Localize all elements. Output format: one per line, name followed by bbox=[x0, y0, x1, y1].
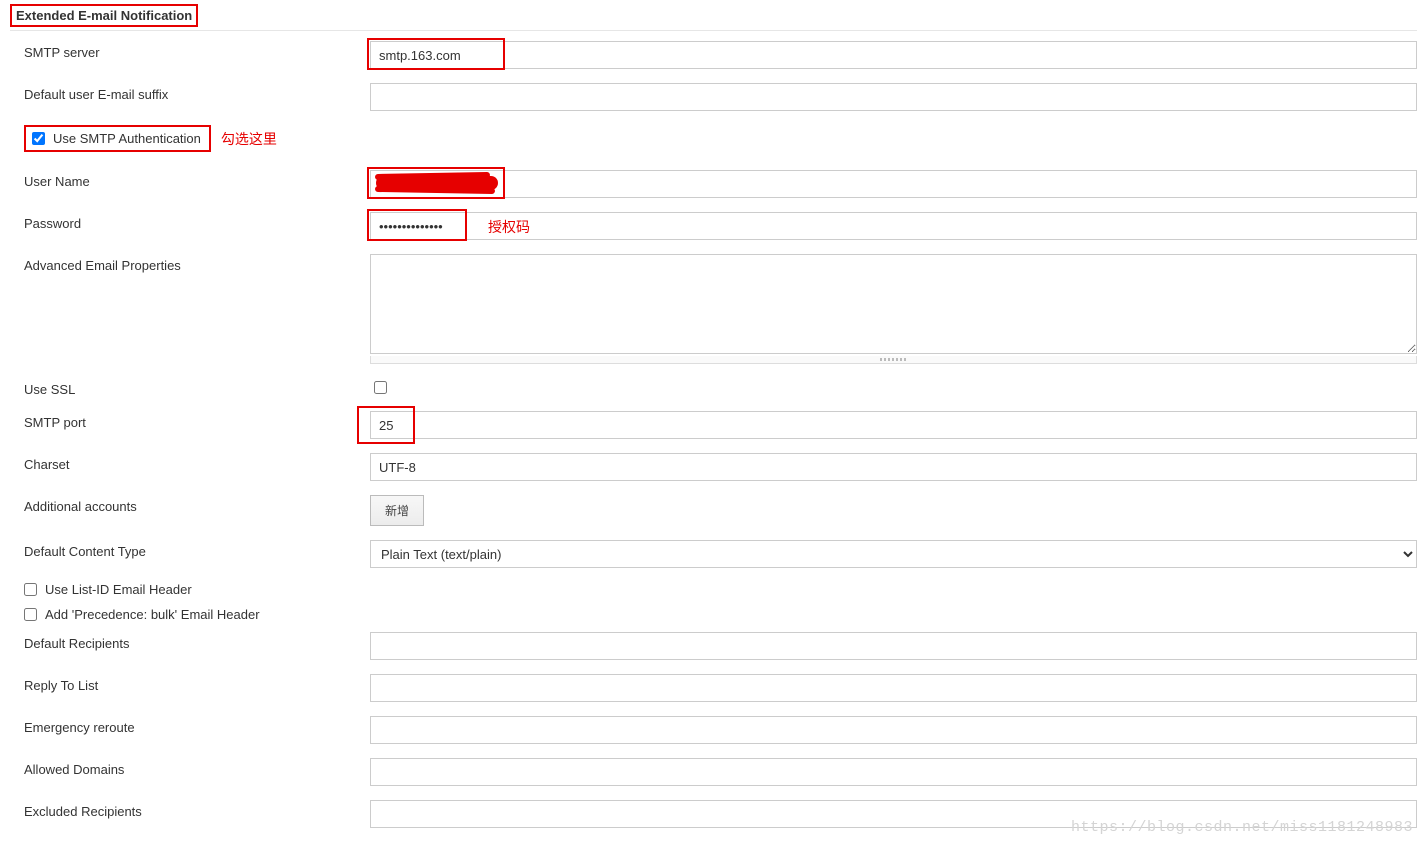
default-content-type-select[interactable]: Plain Text (text/plain) bbox=[370, 540, 1417, 568]
charset-input[interactable] bbox=[370, 453, 1417, 481]
user-name-label: User Name bbox=[10, 170, 370, 189]
adv-props-label: Advanced Email Properties bbox=[10, 254, 370, 273]
redacted-user-name bbox=[376, 176, 498, 190]
use-list-id-label: Use List-ID Email Header bbox=[45, 582, 192, 597]
emergency-reroute-label: Emergency reroute bbox=[10, 716, 370, 735]
excluded-recipients-input[interactable] bbox=[370, 800, 1417, 828]
smtp-server-input[interactable] bbox=[370, 41, 1417, 69]
use-list-id-checkbox[interactable] bbox=[24, 583, 37, 596]
adv-props-textarea[interactable] bbox=[370, 254, 1417, 354]
additional-accounts-label: Additional accounts bbox=[10, 495, 370, 514]
highlight-use-smtp-auth: Use SMTP Authentication bbox=[24, 125, 211, 152]
use-ssl-label: Use SSL bbox=[10, 378, 370, 397]
default-suffix-label: Default user E-mail suffix bbox=[10, 83, 370, 102]
annotation-check-here: 勾选这里 bbox=[221, 129, 277, 149]
charset-label: Charset bbox=[10, 453, 370, 472]
default-suffix-input[interactable] bbox=[370, 83, 1417, 111]
use-smtp-auth-checkbox[interactable] bbox=[32, 132, 45, 145]
smtp-port-label: SMTP port bbox=[10, 411, 370, 430]
excluded-recipients-label: Excluded Recipients bbox=[10, 800, 370, 819]
default-recipients-label: Default Recipients bbox=[10, 632, 370, 651]
default-recipients-input[interactable] bbox=[370, 632, 1417, 660]
annotation-auth-code: 授权码 bbox=[488, 217, 530, 237]
reply-to-list-input[interactable] bbox=[370, 674, 1417, 702]
smtp-port-input[interactable] bbox=[370, 411, 1417, 439]
use-ssl-checkbox[interactable] bbox=[374, 381, 387, 394]
add-account-button[interactable]: 新增 bbox=[370, 495, 424, 526]
allowed-domains-input[interactable] bbox=[370, 758, 1417, 786]
section-header: Extended E-mail Notification bbox=[10, 4, 1417, 31]
reply-to-list-label: Reply To List bbox=[10, 674, 370, 693]
section-title: Extended E-mail Notification bbox=[10, 4, 198, 27]
user-name-input[interactable] bbox=[370, 170, 1417, 198]
add-precedence-label: Add 'Precedence: bulk' Email Header bbox=[45, 607, 260, 622]
use-smtp-auth-label: Use SMTP Authentication bbox=[53, 131, 201, 146]
emergency-reroute-input[interactable] bbox=[370, 716, 1417, 744]
allowed-domains-label: Allowed Domains bbox=[10, 758, 370, 777]
smtp-server-label: SMTP server bbox=[10, 41, 370, 60]
resize-handle[interactable] bbox=[370, 356, 1417, 364]
default-content-type-label: Default Content Type bbox=[10, 540, 370, 559]
password-label: Password bbox=[10, 212, 370, 231]
add-precedence-checkbox[interactable] bbox=[24, 608, 37, 621]
